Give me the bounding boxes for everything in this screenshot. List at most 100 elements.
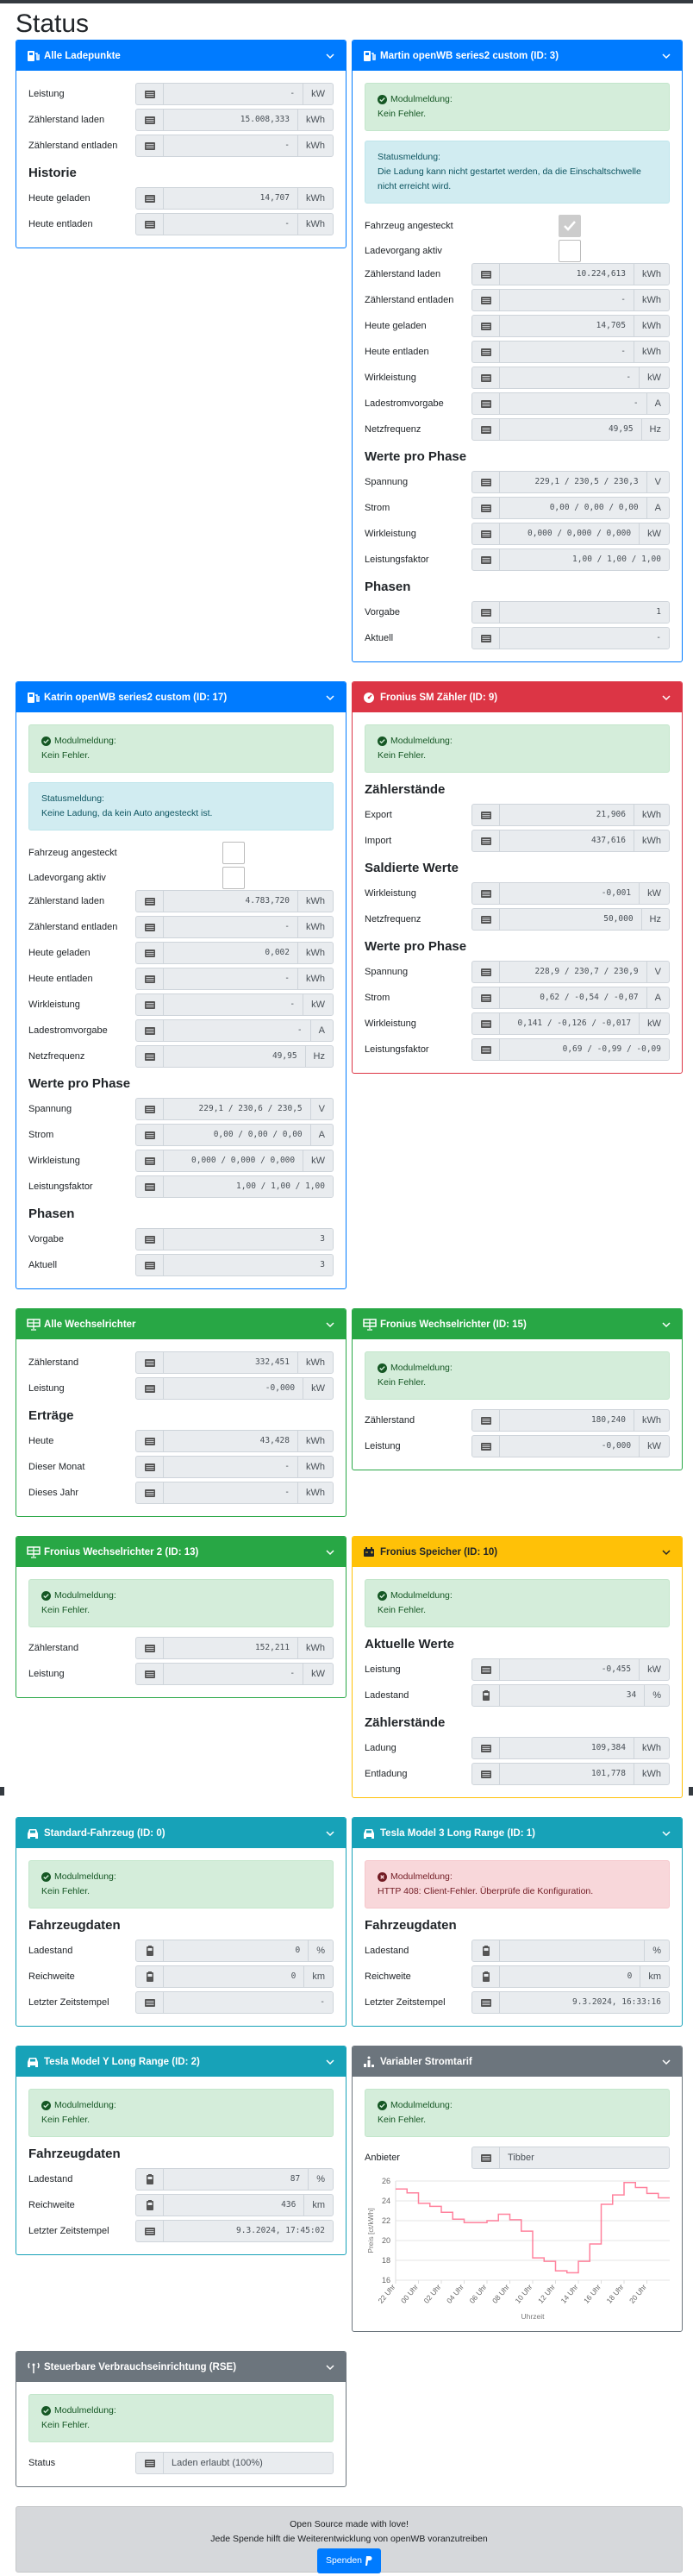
row-value: 0,141 / -0,126 / -0,017 <box>500 1013 640 1034</box>
section-heading: Werte pro Phase <box>28 1076 131 1091</box>
row-label: Dieser Monat <box>28 1462 85 1472</box>
row-value: - <box>164 135 297 156</box>
card-header[interactable]: Fronius Wechselrichter (ID: 15) <box>353 1309 682 1339</box>
chevron-down-icon[interactable] <box>325 2362 335 2372</box>
value-field: 9.3.2024, 16:33:16 <box>471 1991 670 2014</box>
alert-title-line: Modulmeldung: <box>378 1589 657 1603</box>
row-label: Leistungsfaktor <box>365 555 429 565</box>
data-row: Leistung -0,000 kW <box>28 1377 334 1400</box>
row-unit: kWh <box>297 214 333 235</box>
chevron-down-icon[interactable] <box>325 1828 335 1839</box>
row-value: 0,62 / -0,54 / -0,07 <box>500 987 646 1008</box>
chevron-down-icon[interactable] <box>325 1547 335 1558</box>
status-checkbox[interactable] <box>559 239 581 262</box>
page-title: Status <box>16 9 90 38</box>
card-header[interactable]: Tesla Model 3 Long Range (ID: 1) <box>353 1818 682 1848</box>
alert-success: Modulmeldung: Kein Fehler. <box>28 2089 334 2137</box>
row-unit: kWh <box>634 316 669 336</box>
value-field: - kWh <box>135 916 334 938</box>
card-header[interactable]: Fronius SM Zähler (ID: 9) <box>353 682 682 712</box>
donate-button[interactable]: Spenden <box>316 2548 382 2573</box>
chevron-down-icon[interactable] <box>661 2057 671 2067</box>
alert-title: Modulmeldung: <box>54 2100 116 2110</box>
card-header[interactable]: Fronius Wechselrichter 2 (ID: 13) <box>16 1537 346 1567</box>
row-label: Strom <box>365 503 390 513</box>
status-checkbox[interactable] <box>222 866 245 889</box>
row-label: Letzter Zeitstempel <box>28 2226 109 2236</box>
row-value: 3 <box>164 1255 333 1275</box>
row-label: Zählerstand laden <box>365 269 441 279</box>
card-body: Modulmeldung: HTTP 408: Client-Fehler. Üb… <box>353 1848 682 2026</box>
data-row: Wirkleistung 0,000 / 0,000 / 0,000 kW <box>28 1150 334 1172</box>
list-icon <box>472 628 500 649</box>
row-value: 229,1 / 230,6 / 230,5 <box>164 1099 310 1119</box>
x-tick-label: 22 Uhr <box>376 2283 396 2305</box>
data-row: Spannung 229,1 / 230,6 / 230,5 V <box>28 1098 334 1120</box>
car-battery-icon <box>363 1546 377 1558</box>
card-header[interactable]: Alle Wechselrichter <box>16 1309 346 1339</box>
data-row: Letzter Zeitstempel 9.3.2024, 17:45:02 <box>28 2220 334 2242</box>
chevron-down-icon[interactable] <box>661 51 671 61</box>
row-label: Ladestromvorgabe <box>28 1025 108 1036</box>
chevron-down-icon[interactable] <box>661 1828 671 1839</box>
row-value: - <box>500 290 634 310</box>
x-tick-label: 14 Uhr <box>559 2283 579 2305</box>
value-field: - kWh <box>135 135 334 157</box>
row-value: 1 <box>500 602 669 623</box>
alert-text: Kein Fehler. <box>378 750 427 761</box>
card-header[interactable]: Standard-Fahrzeug (ID: 0) <box>16 1818 346 1848</box>
value-field: % <box>471 1940 670 1962</box>
row-unit: A <box>646 987 669 1008</box>
list-icon <box>136 1664 164 1684</box>
data-row: Ladung 109,384 kWh <box>365 1737 670 1759</box>
chevron-down-icon[interactable] <box>661 1319 671 1330</box>
card-header[interactable]: Martin openWB series2 custom (ID: 3) <box>353 41 682 71</box>
alert-title-line: Modulmeldung: <box>41 1589 321 1603</box>
card-body: Modulmeldung: Kein Fehler. Fahrzeugdaten La… <box>16 2077 346 2254</box>
card-row: Standard-Fahrzeug (ID: 0) Modulmeldung: Ke… <box>16 1817 683 2027</box>
charging-station-icon <box>27 50 41 62</box>
row-unit: kWh <box>297 1431 333 1451</box>
value-field: - kWh <box>135 213 334 235</box>
status-card: Variabler Stromtarif Modulmeldung: Kein Fe… <box>352 2046 683 2332</box>
card-title: Fronius Wechselrichter 2 (ID: 13) <box>44 1546 199 1558</box>
list-icon <box>472 264 500 285</box>
chevron-down-icon[interactable] <box>325 1319 335 1330</box>
alert-title: Modulmeldung: <box>54 2405 116 2416</box>
card-title: Fronius SM Zähler (ID: 9) <box>380 692 498 703</box>
row-value: 3 <box>164 1229 333 1250</box>
data-row: Heute entladen - kWh <box>28 968 334 990</box>
card-header[interactable]: Alle Ladepunkte <box>16 41 346 71</box>
card-header[interactable]: Variabler Stromtarif <box>353 2046 682 2077</box>
chevron-down-icon[interactable] <box>661 1547 671 1558</box>
status-checkbox[interactable] <box>222 841 245 864</box>
card-header[interactable]: Steuerbare Verbrauchseinrichtung (RSE) <box>16 2352 346 2382</box>
row-value: 50,000 <box>500 909 641 930</box>
list-icon <box>472 987 500 1008</box>
row-label: Dieses Jahr <box>28 1488 79 1498</box>
row-unit: % <box>308 2169 333 2190</box>
data-row: Entladung 101,778 kWh <box>365 1763 670 1785</box>
check-circle-icon <box>41 2101 51 2110</box>
value-field: - kWh <box>135 968 334 990</box>
card-header[interactable]: Tesla Model Y Long Range (ID: 2) <box>16 2046 346 2077</box>
card-row: Katrin openWB series2 custom (ID: 17) Mod… <box>16 681 683 1289</box>
row-unit: kW <box>639 1013 669 1034</box>
status-card: Fronius Speicher (ID: 10) Modulmeldung: Ke… <box>352 1536 683 1798</box>
row-value: 43,428 <box>164 1431 297 1451</box>
section-heading: Zählerstände <box>365 1715 446 1730</box>
alert-text: Kein Fehler. <box>41 1886 91 1896</box>
chevron-down-icon[interactable] <box>661 693 671 703</box>
checkbox-row: Fahrzeug angesteckt <box>28 840 334 865</box>
chevron-down-icon[interactable] <box>325 51 335 61</box>
row-value: 0,000 / 0,000 / 0,000 <box>500 523 640 544</box>
card-header[interactable]: Katrin openWB series2 custom (ID: 17) <box>16 682 346 712</box>
row-unit: km <box>303 1966 333 1987</box>
data-row: Zählerstand laden 15.008,333 kWh <box>28 109 334 131</box>
card-header[interactable]: Fronius Speicher (ID: 10) <box>353 1537 682 1567</box>
row-unit: kWh <box>297 135 333 156</box>
chevron-down-icon[interactable] <box>325 2057 335 2067</box>
chevron-down-icon[interactable] <box>325 693 335 703</box>
value-field: 0,141 / -0,126 / -0,017 kW <box>471 1012 670 1035</box>
status-checkbox[interactable] <box>559 214 581 237</box>
